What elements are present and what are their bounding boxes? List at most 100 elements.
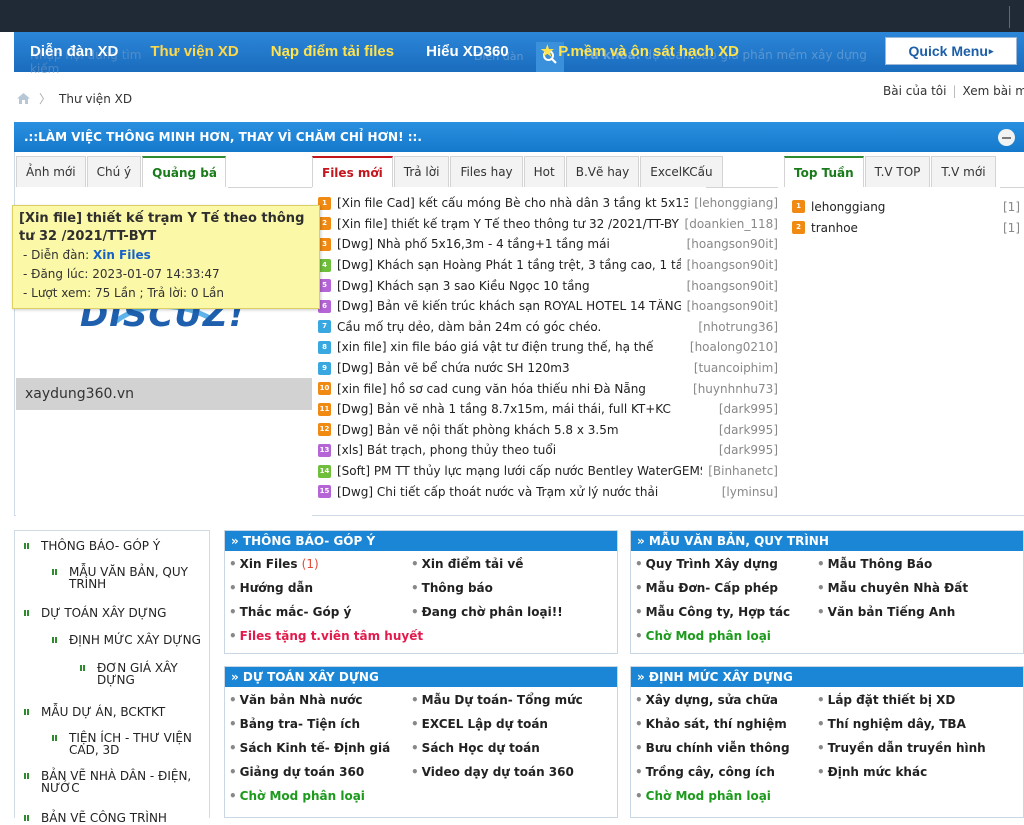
category-link[interactable]: • Bảng tra- Tiện ích (229, 717, 360, 731)
category-link[interactable]: • Mẫu Dự toán- Tổng mức (411, 693, 583, 707)
category-link[interactable]: • Chờ Mod phân loại (229, 789, 365, 803)
category-link[interactable]: • Mẫu Công ty, Hợp tác (635, 605, 790, 619)
category-link[interactable]: • Thí nghiệm dây, TBA (817, 717, 966, 731)
tab-hot[interactable]: Hot (523, 156, 565, 187)
category-link[interactable]: • Xin Files (1) (229, 557, 319, 571)
category-link[interactable]: • Khảo sát, thí nghiệm (635, 717, 787, 731)
file-author[interactable]: [doankien_118] (685, 217, 778, 231)
sidebar-category[interactable]: MẪU VĂN BẢN, QUY TRÌNH (52, 566, 202, 590)
file-title-link[interactable]: [Dwg] Bản vẽ nội thất phòng khách 5.8 x … (337, 423, 713, 437)
file-author[interactable]: [lyminsu] (722, 485, 778, 499)
new-posts-link[interactable]: Xem bài mới (963, 84, 1024, 98)
category-link[interactable]: • Mẫu chuyên Nhà Đất (817, 581, 968, 595)
category-link[interactable]: • Giảng dự toán 360 (229, 765, 364, 779)
category-link[interactable]: • Văn bản Tiếng Anh (817, 605, 955, 619)
nav-item-software[interactable]: ★ P.mềm và ôn sát hạch XD (525, 42, 755, 60)
top-user-row[interactable]: 2 tranhoe [1] (784, 217, 1024, 238)
breadcrumb-current[interactable]: Thư viện XD (59, 92, 132, 106)
category-box-title[interactable]: » DỰ TOÁN XÂY DỰNG (225, 667, 617, 687)
sidebar-category[interactable]: BẢN VẼ CÔNG TRÌNH (24, 812, 194, 824)
promo-caption[interactable]: xaydung360.vn (16, 378, 312, 410)
category-link[interactable]: • Sách Học dự toán (411, 741, 540, 755)
category-link[interactable]: • Xây dựng, sửa chữa (635, 693, 778, 707)
tab-good-files[interactable]: Files hay (450, 156, 523, 187)
category-link[interactable]: • Quy Trình Xây dựng (635, 557, 778, 571)
home-icon[interactable] (16, 92, 31, 105)
file-author[interactable]: [tuancoiphim] (694, 361, 778, 375)
file-row[interactable]: 8 [xin file] xin file báo giá vật tư điện… (312, 337, 778, 358)
top-user-row[interactable]: 1 lehonggiang [1] (784, 196, 1024, 217)
nav-item-library[interactable]: Thư viện XD (134, 43, 254, 60)
file-author[interactable]: [Binhanetc] (708, 464, 778, 478)
file-row[interactable]: 13 [xls] Bát trạch, phong thủy theo tuổi [… (312, 440, 778, 461)
file-author[interactable]: [huynhnhu73] (693, 382, 778, 396)
category-link[interactable]: • Truyền dẫn truyền hình (817, 741, 986, 755)
file-row[interactable]: 3 [Dwg] Nhà phố 5x16,3m - 4 tầng+1 tầng m… (312, 234, 778, 255)
category-link[interactable]: • Lắp đặt thiết bị XD (817, 693, 955, 707)
tab-good-drawings[interactable]: B.Vẽ hay (565, 156, 640, 187)
file-title-link[interactable]: [xin file] hồ sơ cad cung văn hóa thiếu … (337, 382, 687, 396)
category-link[interactable]: • Thông báo (411, 581, 493, 595)
category-link[interactable]: • Hướng dẫn (229, 581, 313, 595)
nav-item-about[interactable]: Hiểu XD360 (410, 43, 525, 60)
file-row[interactable]: 9 [Dwg] Bản vẽ bể chứa nước SH 120m3 [tuan… (312, 358, 778, 379)
category-link[interactable]: • Chờ Mod phân loại (635, 629, 771, 643)
file-row[interactable]: 15 [Dwg] Chi tiết cấp thoát nước và Trạm … (312, 481, 778, 502)
category-box-title[interactable]: » THÔNG BÁO- GÓP Ý (225, 531, 617, 551)
category-box-title[interactable]: » ĐỊNH MỨC XÂY DỰNG (631, 667, 1023, 687)
category-link[interactable]: • Chờ Mod phân loại (635, 789, 771, 803)
sidebar-category[interactable]: ĐỊNH MỨC XÂY DỰNG (52, 634, 202, 646)
sidebar-category[interactable]: DỰ TOÁN XÂY DỰNG (24, 607, 194, 619)
tab-top-members[interactable]: T.V TOP (864, 156, 931, 187)
file-row[interactable]: 7 Cầu mố trụ dẻo, dàm bản 24m có góc chéo… (312, 317, 778, 338)
file-author[interactable]: [hoalong0210] (690, 340, 778, 354)
tab-new-images[interactable]: Ảnh mới (16, 156, 86, 187)
file-author[interactable]: [hoangson90it] (687, 258, 778, 272)
category-link[interactable]: • EXCEL Lập dự toán (411, 717, 548, 731)
category-link[interactable]: • Mẫu Đơn- Cấp phép (635, 581, 778, 595)
file-row[interactable]: 6 [Dwg] Bản vẽ kiến trúc khách sạn ROYAL … (312, 296, 778, 317)
top-user-name[interactable]: lehonggiang (811, 200, 1003, 214)
category-link[interactable]: • Thắc mắc- Góp ý (229, 605, 351, 619)
file-row[interactable]: 1 [Xin file Cad] kết cấu móng Bè cho nhà … (312, 193, 778, 214)
tab-excel-structure[interactable]: ExcelKCấu (640, 156, 723, 187)
sidebar-category[interactable]: ĐƠN GIÁ XÂY DỰNG (80, 662, 190, 686)
category-link[interactable]: • Xin điểm tải về (411, 557, 523, 571)
file-title-link[interactable]: Cầu mố trụ dẻo, dàm bản 24m có góc chéo. (337, 320, 692, 334)
file-title-link[interactable]: [xls] Bát trạch, phong thủy theo tuổi (337, 443, 713, 457)
sidebar-category[interactable]: MẪU DỰ ÁN, BCKTKT (24, 706, 194, 718)
category-link[interactable]: • Files tặng t.viên tâm huyết (229, 629, 423, 643)
sidebar-category[interactable]: BẢN VẼ NHÀ DÂN - ĐIỆN, NƯỚC (24, 770, 194, 794)
quick-menu-button[interactable]: Quick Menu ▸ (885, 37, 1017, 65)
sidebar-category[interactable]: TIỆN ÍCH - THƯ VIỆN CAD, 3D (52, 732, 202, 756)
file-author[interactable]: [dark995] (719, 443, 778, 457)
file-title-link[interactable]: [Xin file] thiết kế trạm Y Tế theo thông… (337, 217, 679, 231)
tab-replies[interactable]: Trả lời (393, 156, 450, 187)
tab-top-week[interactable]: Top Tuần (784, 156, 864, 187)
category-link[interactable]: • Mẫu Thông Báo (817, 557, 932, 571)
file-title-link[interactable]: [Dwg] Khách sạn 3 sao Kiều Ngọc 10 tầng (337, 279, 681, 293)
category-link[interactable]: • Đang chờ phân loại!! (411, 605, 563, 619)
file-row[interactable]: 2 [Xin file] thiết kế trạm Y Tế theo thôn… (312, 214, 778, 235)
category-link[interactable]: • Bưu chính viễn thông (635, 741, 790, 755)
file-row[interactable]: 11 [Dwg] Bản vẽ nhà 1 tầng 8.7x15m, mái t… (312, 399, 778, 420)
category-box-title[interactable]: » MẪU VĂN BẢN, QUY TRÌNH (631, 531, 1023, 551)
tab-promo[interactable]: Quảng bá (142, 156, 227, 187)
file-row[interactable]: 5 [Dwg] Khách sạn 3 sao Kiều Ngọc 10 tầng… (312, 275, 778, 296)
category-link[interactable]: • Trồng cây, công ích (635, 765, 775, 779)
tab-new-members[interactable]: T.V mới (931, 156, 996, 187)
category-link[interactable]: • Văn bản Nhà nước (229, 693, 363, 707)
tab-new-files[interactable]: Files mới (312, 156, 393, 187)
tooltip-forum-link[interactable]: Xin Files (93, 248, 151, 262)
file-title-link[interactable]: [Dwg] Nhà phố 5x16,3m - 4 tầng+1 tầng má… (337, 237, 681, 251)
category-link[interactable]: • Video dạy dự toán 360 (411, 765, 574, 779)
category-link[interactable]: • Sách Kinh tế- Định giá (229, 741, 390, 755)
top-user-name[interactable]: tranhoe (811, 221, 1003, 235)
nav-item-topup[interactable]: Nạp điểm tải files (255, 43, 410, 60)
file-title-link[interactable]: [Dwg] Bản vẽ bể chứa nước SH 120m3 (337, 361, 688, 375)
file-row[interactable]: 14 [Soft] PM TT thủy lực mạng lưới cấp nư… (312, 461, 778, 482)
file-row[interactable]: 12 [Dwg] Bản vẽ nội thất phòng khách 5.8 … (312, 420, 778, 441)
file-author[interactable]: [hoangson90it] (687, 279, 778, 293)
sidebar-category[interactable]: THÔNG BÁO- GÓP Ý (24, 540, 194, 552)
file-author[interactable]: [hoangson90it] (687, 237, 778, 251)
